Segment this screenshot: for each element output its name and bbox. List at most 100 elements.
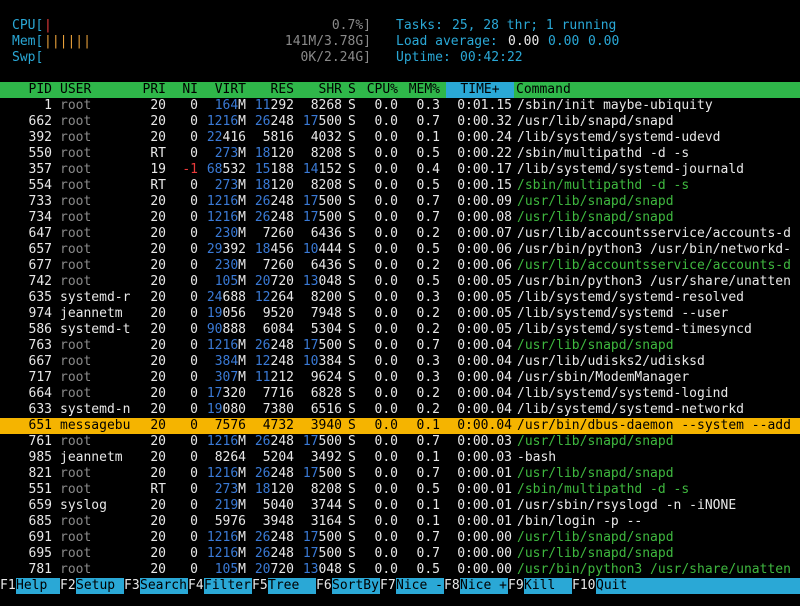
- shr-cell: 3940: [310, 418, 342, 433]
- virt-cell: 29392: [206, 242, 246, 257]
- fkey-f10[interactable]: F10: [572, 578, 595, 594]
- res-cell: 11292: [254, 98, 294, 113]
- res-cell: 3948: [262, 514, 294, 529]
- virt-cell: 1216M: [206, 530, 246, 545]
- shr-cell: 6436: [310, 226, 342, 241]
- process-row[interactable]: 763 root 20 0 1216M 26248 17500 S 0.0 0.7 0:00.04 /…: [0, 338, 800, 354]
- process-row[interactable]: 685 root 20 0 5976 3948 3164 S 0.0 0.1 0:00.01/bin…: [0, 514, 800, 530]
- ni-cell: 0: [190, 98, 198, 113]
- fkey-f1[interactable]: F1: [0, 578, 16, 594]
- res-cell: 7260: [262, 258, 294, 273]
- col-mem[interactable]: MEM%: [402, 82, 440, 98]
- command-cell: /usr/lib/accountsservice/accounts-d: [517, 258, 791, 273]
- fkey-help-label[interactable]: Help: [16, 578, 60, 594]
- fkey-f8[interactable]: F8: [444, 578, 460, 594]
- process-row[interactable]: 635 systemd-r 20 0 24688 12264 8200 S 0.0 0.3 0:00…: [0, 290, 800, 306]
- command-cell: /lib/systemd/systemd-networkd: [517, 402, 744, 417]
- state-cell: S: [348, 418, 356, 433]
- cpu-cell: 0.0: [374, 370, 398, 385]
- col-pri[interactable]: PRI: [138, 82, 166, 98]
- col-res[interactable]: RES: [250, 82, 294, 98]
- col-command[interactable]: Command: [516, 82, 571, 98]
- fkey-kill-label[interactable]: Kill: [524, 578, 572, 594]
- fkey-f9[interactable]: F9: [508, 578, 524, 594]
- time-cell: 0:00.04: [457, 418, 512, 433]
- fkey-nice-label[interactable]: Nice -: [396, 578, 444, 594]
- pid-cell: 554: [28, 178, 52, 193]
- process-row[interactable]: 662 root 20 0 1216M 26248 17500 S 0.0 0.7 0:00.32 /…: [0, 114, 800, 130]
- process-row[interactable]: 586 systemd-t 20 0 90888 6084 5304 S 0.0 0.2 0:00.…: [0, 322, 800, 338]
- process-row[interactable]: 392 root 20 0 22416 5816 4032 S 0.0 0.1 0:00.24/li…: [0, 130, 800, 146]
- process-row[interactable]: 985 jeannetm 20 0 8264 5204 3492 S 0.0 0.1 0:00.03…: [0, 450, 800, 466]
- process-row[interactable]: 551 root RT 0 273M 18120 8208 S 0.0 0.5 0:00.01/sb…: [0, 482, 800, 498]
- process-row-selected[interactable]: 651 messagebu 20 0 7576 4732 3940 S 0.0 0.1 0:00.0…: [0, 418, 800, 434]
- mem-cell: 0.1: [416, 418, 440, 433]
- process-row[interactable]: 733 root 20 0 1216M 26248 17500 S 0.0 0.7 0:00.09 /…: [0, 194, 800, 210]
- process-row[interactable]: 821 root 20 0 1216M 26248 17500 S 0.0 0.7 0:00.01 /…: [0, 466, 800, 482]
- col-shr[interactable]: SHR: [298, 82, 342, 98]
- user-cell: root: [60, 114, 92, 129]
- process-row[interactable]: 647 root 20 0 230M 7260 6436 S 0.0 0.2 0:00.07/usr…: [0, 226, 800, 242]
- virt-cell: 5976: [214, 514, 246, 529]
- fkey-f2[interactable]: F2: [60, 578, 76, 594]
- command-cell: /usr/lib/udisks2/udisksd: [517, 354, 705, 369]
- fkey-search-label[interactable]: Search: [140, 578, 188, 594]
- fkey-f7[interactable]: F7: [380, 578, 396, 594]
- process-row[interactable]: 761 root 20 0 1216M 26248 17500 S 0.0 0.7 0:00.03 /…: [0, 434, 800, 450]
- cpu-cell: 0.0: [374, 338, 398, 353]
- col-virt[interactable]: VIRT: [202, 82, 246, 98]
- process-row[interactable]: 664 root 20 0 17320 7716 6828 S 0.0 0.2 0:00.04/li…: [0, 386, 800, 402]
- mem-cell: 0.1: [416, 130, 440, 145]
- fkey-f3[interactable]: F3: [124, 578, 140, 594]
- process-row[interactable]: 357 root 19 -1 68532 15188 14152 S 0.0 0.4 0:00.17…: [0, 162, 800, 178]
- cpu-meter-label: CPU[: [12, 18, 44, 33]
- user-cell: root: [60, 226, 92, 241]
- pri-cell: 20: [150, 402, 166, 417]
- mem-cell: 0.7: [416, 546, 440, 561]
- process-row[interactable]: 633 systemd-n 20 0 19080 7380 6516 S 0.0 0.2 0:00.…: [0, 402, 800, 418]
- process-row[interactable]: 550 root RT 0 273M 18120 8208 S 0.0 0.5 0:00.22/sb…: [0, 146, 800, 162]
- col-state[interactable]: S: [348, 82, 356, 98]
- fkey-setup-label[interactable]: Setup: [76, 578, 124, 594]
- state-cell: S: [348, 306, 356, 321]
- process-row[interactable]: 781 root 20 0 105M 20720 13048 S 0.0 0.5 0:00.00/u…: [0, 562, 800, 578]
- fkey-quit-label[interactable]: Quit: [596, 578, 800, 594]
- col-ni[interactable]: NI: [172, 82, 198, 98]
- time-cell: 0:00.03: [457, 450, 512, 465]
- process-row[interactable]: 742 root 20 0 105M 20720 13048 S 0.0 0.5 0:00.05/u…: [0, 274, 800, 290]
- process-row[interactable]: 717 root 20 0 307M 11212 9624 S 0.0 0.3 0:00.04/us…: [0, 370, 800, 386]
- process-row[interactable]: 734 root 20 0 1216M 26248 17500 S 0.0 0.7 0:00.08 /…: [0, 210, 800, 226]
- pri-cell: 20: [150, 322, 166, 337]
- htop-terminal: CPU[ | 0.7%] Mem[ |||||| 141M/3.78G] Swp…: [0, 0, 800, 606]
- col-cpu[interactable]: CPU%: [360, 82, 398, 98]
- shr-cell: 10444: [302, 242, 342, 257]
- state-cell: S: [348, 434, 356, 449]
- tasks-value: 25, 28 thr; 1 running: [452, 18, 617, 33]
- process-row[interactable]: 677 root 20 0 230M 7260 6436 S 0.0 0.2 0:00.06/usr…: [0, 258, 800, 274]
- virt-cell: 1216M: [206, 546, 246, 561]
- col-pid[interactable]: PID: [20, 82, 52, 98]
- fkey-tree-label[interactable]: Tree: [268, 578, 316, 594]
- virt-cell: 105M: [214, 562, 246, 577]
- process-row[interactable]: 554 root RT 0 273M 18120 8208 S 0.0 0.5 0:00.15/sb…: [0, 178, 800, 194]
- process-row[interactable]: 659 syslog 20 0 219M 5040 3744 S 0.0 0.1 0:00.01/u…: [0, 498, 800, 514]
- fkey-nice-label[interactable]: Nice +: [460, 578, 508, 594]
- fkey-filter-label[interactable]: Filter: [204, 578, 252, 594]
- res-cell: 4732: [262, 418, 294, 433]
- process-row[interactable]: 974 jeannetm 20 0 19056 9520 7948 S 0.0 0.2 0:00.0…: [0, 306, 800, 322]
- col-time-sorted[interactable]: TIME+: [446, 82, 514, 98]
- user-cell: root: [60, 162, 92, 177]
- fkey-sortby-label[interactable]: SortBy: [332, 578, 380, 594]
- process-row[interactable]: 1 root 20 0 164M 11292 8268 S 0.0 0.3 0:01.15/sbin…: [0, 98, 800, 114]
- fkey-f5[interactable]: F5: [252, 578, 268, 594]
- fkey-f4[interactable]: F4: [188, 578, 204, 594]
- command-cell: /usr/lib/accountsservice/accounts-d: [517, 226, 791, 241]
- process-row[interactable]: 695 root 20 0 1216M 26248 17500 S 0.0 0.7 0:00.00 /…: [0, 546, 800, 562]
- col-user[interactable]: USER: [60, 82, 91, 98]
- fkey-f6[interactable]: F6: [316, 578, 332, 594]
- process-row[interactable]: 691 root 20 0 1216M 26248 17500 S 0.0 0.7 0:00.00 /…: [0, 530, 800, 546]
- mem-meter-value: 141M/3.78G]: [284, 34, 371, 49]
- res-cell: 26248: [254, 530, 294, 545]
- process-row[interactable]: 667 root 20 0 384M 12248 10384 S 0.0 0.3 0:00.04/u…: [0, 354, 800, 370]
- process-row[interactable]: 657 root 20 0 29392 18456 10444 S 0.0 0.5 0:00.06 /…: [0, 242, 800, 258]
